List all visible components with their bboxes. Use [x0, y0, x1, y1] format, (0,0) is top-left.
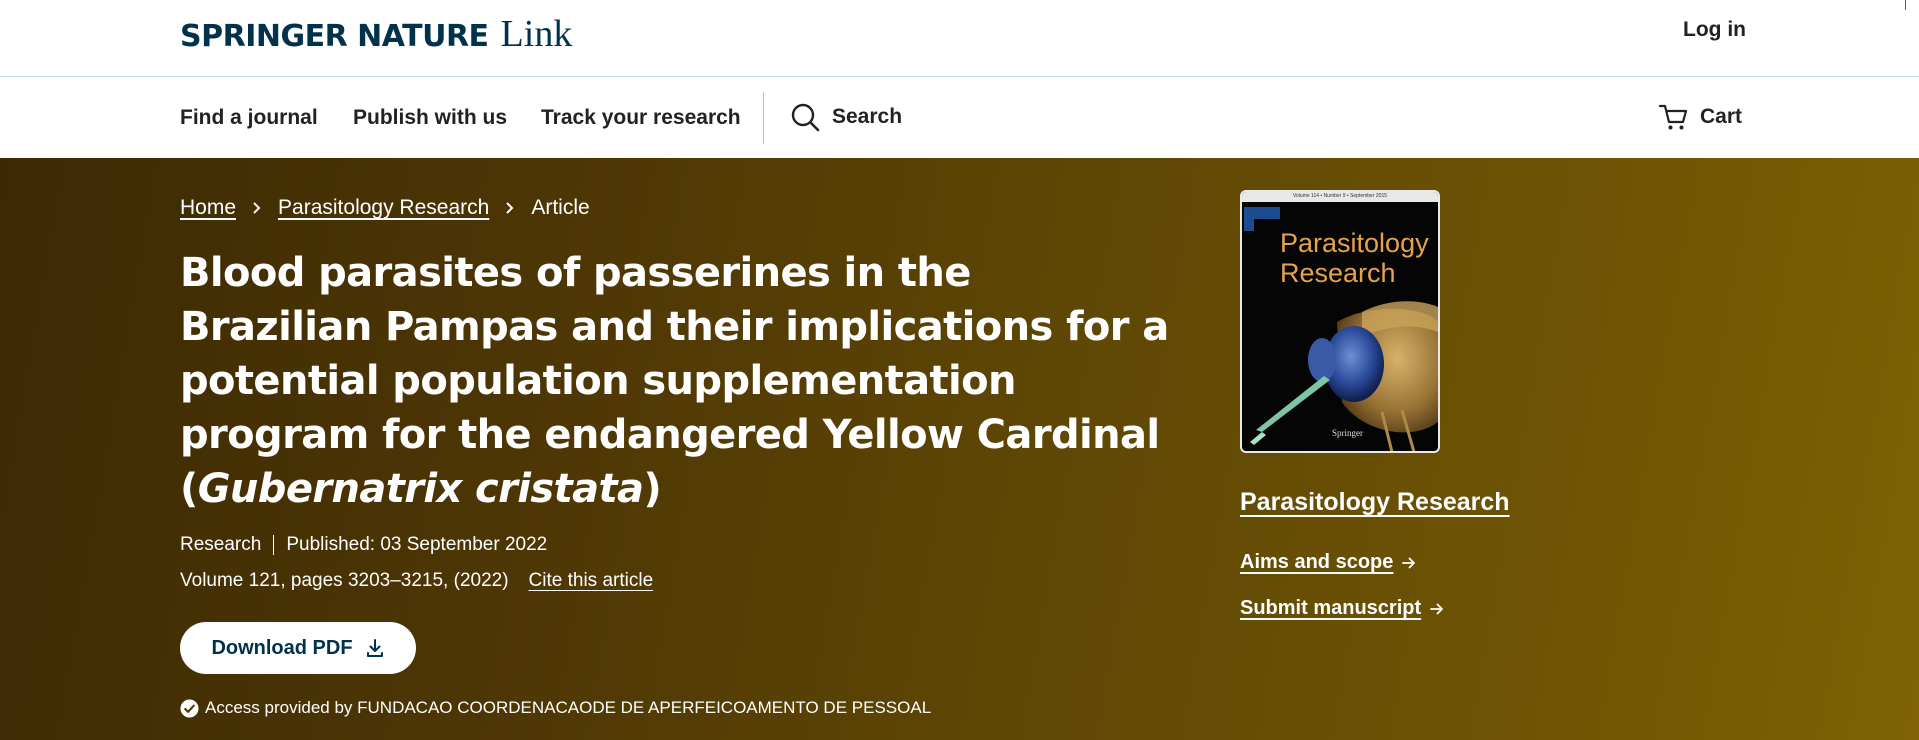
scrollbar-marker [1905, 0, 1906, 10]
cover-issue-text: Volume 114 • Number 9 • September 2015 [1292, 193, 1388, 199]
breadcrumb-home[interactable]: Home [180, 196, 236, 220]
logo-brand-text: SPRINGER NATURE [180, 19, 489, 54]
article-title-species: Gubernatrix cristata [197, 466, 644, 512]
site-header: SPRINGER NATURE Link Log in [0, 0, 1919, 77]
breadcrumb-journal[interactable]: Parasitology Research [278, 196, 489, 220]
cart-button[interactable]: Cart [1658, 102, 1742, 132]
cover-title: Parasitology Research [1280, 228, 1429, 288]
cover-title-line2: Research [1280, 258, 1396, 288]
search-icon [791, 103, 820, 132]
check-circle-icon [180, 698, 199, 718]
download-pdf-button[interactable]: Download PDF [180, 622, 416, 674]
nav-track-research[interactable]: Track your research [541, 106, 741, 130]
article-title-end: ) [643, 466, 662, 512]
article-volume-row: Volume 121, pages 3203–3215, (2022) Cite… [180, 570, 653, 592]
aims-scope-link[interactable]: Aims and scope [1240, 551, 1417, 574]
cite-article-link[interactable]: Cite this article [529, 570, 654, 592]
login-link[interactable]: Log in [1683, 18, 1746, 42]
volume-info: Volume 121, pages 3203–3215, (2022) [180, 570, 509, 591]
cover-blue-block [1244, 207, 1280, 219]
article-meta: Research Published: 03 September 2022 [180, 534, 547, 556]
logo-link-text: Link [500, 13, 573, 55]
cart-icon [1658, 104, 1688, 130]
submit-manuscript-label: Submit manuscript [1240, 597, 1422, 619]
download-icon [366, 639, 383, 657]
cover-blue-block [1244, 219, 1254, 231]
journal-cover-image[interactable]: Volume 114 • Number 9 • September 2015 P… [1240, 190, 1440, 453]
access-text: Access provided by FUNDACAO COORDENACAOD… [205, 698, 932, 717]
submit-manuscript-link[interactable]: Submit manuscript [1240, 597, 1445, 620]
cover-title-line1: Parasitology [1280, 228, 1429, 258]
article-type: Research [180, 534, 262, 555]
cart-label: Cart [1700, 105, 1743, 128]
main-nav: Find a journal Publish with us Track you… [0, 78, 1919, 158]
search-button[interactable]: Search [790, 102, 902, 132]
chevron-right-icon [506, 202, 514, 214]
cover-top-bar: Volume 114 • Number 9 • September 2015 [1242, 192, 1438, 202]
arrow-right-icon [1402, 557, 1416, 568]
cover-publisher: Springer [1332, 428, 1363, 438]
meta-separator [273, 535, 275, 555]
breadcrumb-current: Article [531, 196, 590, 219]
arrow-right-icon [1430, 603, 1444, 614]
journal-name-link[interactable]: Parasitology Research [1240, 488, 1510, 517]
nav-publish-with-us[interactable]: Publish with us [353, 106, 507, 130]
nav-divider [763, 92, 764, 144]
nav-find-journal[interactable]: Find a journal [180, 106, 318, 130]
published-date: Published: 03 September 2022 [286, 534, 548, 555]
article-hero: Home Parasitology Research Article Blood… [0, 158, 1919, 740]
chevron-right-icon [253, 202, 261, 214]
article-title: Blood parasites of passerines in the Bra… [180, 246, 1170, 516]
search-label: Search [832, 105, 903, 128]
aims-scope-label: Aims and scope [1240, 551, 1394, 573]
access-notice: Access provided by FUNDACAO COORDENACAOD… [180, 698, 931, 718]
download-pdf-label: Download PDF [211, 636, 353, 659]
breadcrumb: Home Parasitology Research Article [180, 196, 590, 220]
springer-nature-link-logo[interactable]: SPRINGER NATURE Link [180, 12, 572, 56]
